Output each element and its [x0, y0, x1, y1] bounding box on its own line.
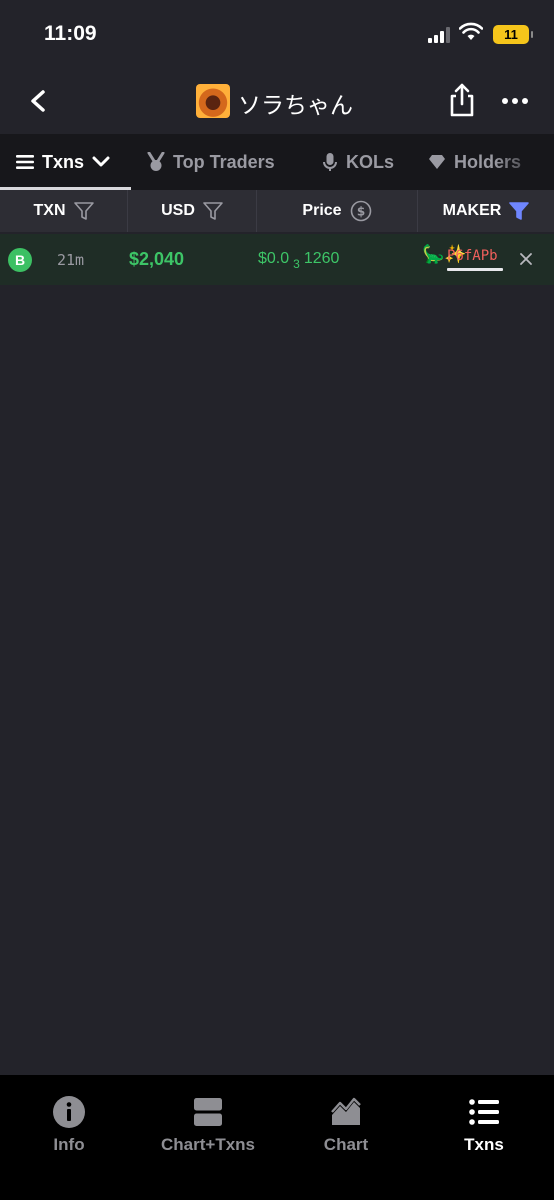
- column-price[interactable]: Price $: [257, 190, 418, 232]
- bottom-nav-label: Chart: [323, 1135, 369, 1154]
- tab-bar: Txns Top Traders KOLs Holders: [0, 134, 554, 190]
- wifi-icon: [459, 22, 483, 40]
- price-digits: 1260: [303, 250, 340, 267]
- column-label: MAKER: [442, 202, 502, 219]
- list-icon: [469, 1099, 499, 1125]
- txn-price: $0.0 3 1260: [258, 250, 340, 271]
- svg-text:$: $: [356, 205, 364, 219]
- bottom-nav-chart[interactable]: Chart: [276, 1095, 416, 1155]
- diamond-icon: [429, 155, 445, 169]
- maker-underline: [447, 268, 503, 271]
- status-time: 11:09: [44, 22, 97, 45]
- bottom-nav: Info Chart+Txns Chart Txns: [0, 1075, 554, 1200]
- price-prefix: $0.0: [258, 250, 290, 267]
- column-label: Price: [302, 202, 342, 219]
- bottom-nav-label: Chart+Txns: [161, 1135, 255, 1154]
- tab-top-traders[interactable]: Top Traders: [147, 134, 275, 190]
- close-icon[interactable]: [519, 252, 533, 266]
- tab-fade: [494, 134, 554, 190]
- token-avatar: [196, 84, 230, 118]
- tab-label: Txns: [42, 151, 85, 172]
- column-txn[interactable]: TXN: [0, 190, 128, 232]
- bottom-nav-chart-txns[interactable]: Chart+Txns: [138, 1095, 278, 1155]
- more-icon[interactable]: [500, 96, 530, 106]
- bottom-nav-txns[interactable]: Txns: [414, 1095, 554, 1155]
- column-usd[interactable]: USD: [128, 190, 257, 232]
- chart-icon: [331, 1097, 361, 1125]
- column-label: TXN: [33, 202, 66, 219]
- share-icon[interactable]: [446, 82, 478, 118]
- microphone-icon: [323, 153, 337, 171]
- menu-icon: [16, 155, 34, 169]
- maker-address-link[interactable]: P6fAPb: [447, 248, 498, 264]
- txn-usd: $2,040: [129, 249, 185, 269]
- table-row[interactable]: B 21m $2,040 $0.0 3 1260 🦕✨ P6fAPb: [0, 234, 554, 285]
- tab-kols[interactable]: KOLs: [322, 134, 394, 190]
- filter-icon[interactable]: [203, 202, 223, 220]
- bottom-nav-label: Info: [53, 1135, 85, 1154]
- column-header-row: TXN USD Price $ MAKER: [0, 190, 554, 232]
- bottom-nav-label: Txns: [464, 1135, 504, 1154]
- filter-icon[interactable]: [73, 202, 94, 220]
- price-zero-count: 3: [293, 257, 300, 271]
- signal-icon: [428, 27, 450, 43]
- token-header: ソラちゃん: [0, 70, 554, 134]
- battery-icon: 11: [493, 25, 533, 44]
- tab-txns[interactable]: Txns: [16, 134, 110, 190]
- info-icon: [53, 1096, 85, 1128]
- bottom-nav-info[interactable]: Info: [0, 1095, 139, 1155]
- column-maker[interactable]: MAKER: [418, 190, 554, 232]
- filter-active-icon[interactable]: [509, 202, 530, 220]
- tab-label: Top Traders: [173, 151, 275, 172]
- medal-icon: [147, 152, 165, 171]
- tab-label: KOLs: [346, 151, 395, 172]
- split-view-icon: [194, 1098, 222, 1126]
- token-name: ソラちゃん: [238, 92, 353, 118]
- dollar-circle-icon[interactable]: $: [350, 200, 372, 222]
- chevron-down-icon: [92, 156, 110, 167]
- column-label: USD: [161, 202, 195, 219]
- buy-badge: B: [8, 248, 32, 272]
- status-bar: 11:09 11: [0, 0, 554, 70]
- battery-level: 11: [504, 27, 518, 42]
- txn-age: 21m: [57, 251, 85, 269]
- back-icon[interactable]: [24, 86, 52, 116]
